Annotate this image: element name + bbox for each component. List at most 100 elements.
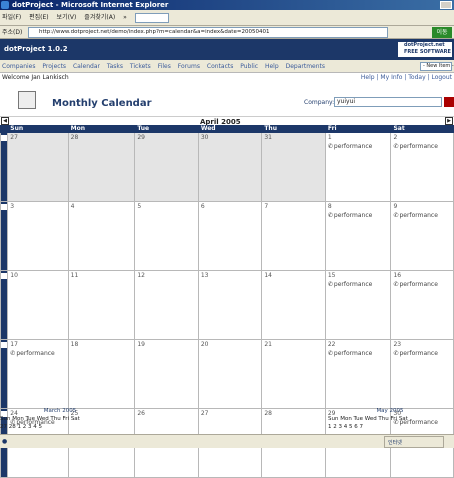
nav-companies[interactable]: Companies bbox=[2, 63, 35, 70]
event-performance[interactable]: performance bbox=[328, 212, 389, 219]
day-number[interactable]: 29 bbox=[137, 134, 145, 141]
menu-edit[interactable]: 편집(E) bbox=[29, 14, 49, 21]
mini-next-row[interactable]: 1 2 3 4 5 6 7 bbox=[328, 423, 452, 431]
day-number[interactable]: 14 bbox=[264, 272, 272, 279]
day-cell[interactable]: 10 bbox=[7, 270, 69, 340]
mini-calendar-prev[interactable]: March 2005 Sun Mon Tue Wed Thu Fri Sat 2… bbox=[0, 407, 120, 431]
event-performance[interactable]: performance bbox=[393, 143, 451, 150]
new-item-select[interactable]: - New Item - bbox=[420, 62, 454, 71]
nav-departments[interactable]: Departments bbox=[286, 63, 325, 70]
day-number[interactable]: 10 bbox=[10, 272, 18, 279]
day-cell[interactable]: 17 performance bbox=[7, 339, 69, 409]
day-cell[interactable]: 5 bbox=[134, 201, 199, 271]
menu-more[interactable]: » bbox=[123, 14, 127, 21]
week-view-button[interactable] bbox=[0, 339, 9, 409]
window-controls[interactable] bbox=[440, 1, 452, 9]
day-number[interactable]: 16 bbox=[393, 272, 401, 279]
event-performance[interactable]: performance bbox=[10, 350, 65, 357]
day-cell[interactable]: 7 bbox=[261, 201, 326, 271]
nav-files[interactable]: Files bbox=[158, 63, 171, 70]
event-performance[interactable]: performance bbox=[393, 350, 451, 357]
day-number[interactable]: 28 bbox=[71, 134, 79, 141]
day-number[interactable]: 15 bbox=[328, 272, 336, 279]
nav-help[interactable]: Help bbox=[265, 63, 279, 70]
day-number[interactable]: 6 bbox=[201, 203, 205, 210]
day-number[interactable]: 31 bbox=[264, 134, 272, 141]
next-month-button[interactable]: ▶ bbox=[445, 117, 453, 125]
event-performance[interactable]: performance bbox=[328, 143, 389, 150]
nav-forums[interactable]: Forums bbox=[178, 63, 200, 70]
address-input[interactable]: http://www.dotproject.net/demo/index.php… bbox=[28, 27, 388, 38]
day-cell[interactable]: 19 bbox=[134, 339, 199, 409]
event-performance[interactable]: performance bbox=[328, 350, 389, 357]
mini-next-title[interactable]: May 2005 bbox=[328, 407, 452, 415]
week-view-button[interactable] bbox=[0, 132, 9, 202]
day-cell[interactable]: 22 performance bbox=[324, 339, 392, 409]
day-number[interactable]: 30 bbox=[201, 134, 209, 141]
event-performance[interactable]: performance bbox=[393, 212, 451, 219]
nav-contacts[interactable]: Contacts bbox=[207, 63, 233, 70]
menu-favorites[interactable]: 즐겨찾기(A) bbox=[84, 14, 115, 21]
day-number[interactable]: 17 bbox=[10, 341, 18, 348]
menu-view[interactable]: 보기(V) bbox=[57, 14, 77, 21]
day-cell[interactable]: 12 bbox=[134, 270, 199, 340]
day-number[interactable]: 11 bbox=[71, 272, 79, 279]
day-cell[interactable]: 27 bbox=[7, 132, 69, 202]
day-cell[interactable]: 18 bbox=[67, 339, 136, 409]
day-number[interactable]: 13 bbox=[201, 272, 209, 279]
day-cell[interactable]: 11 bbox=[67, 270, 136, 340]
week-view-button[interactable] bbox=[0, 270, 9, 340]
day-cell[interactable]: 8 performance bbox=[324, 201, 392, 271]
day-cell[interactable]: 15 performance bbox=[324, 270, 392, 340]
company-select[interactable]: yuiyui bbox=[334, 97, 442, 107]
day-number[interactable]: 7 bbox=[264, 203, 268, 210]
go-button[interactable]: 이동 bbox=[432, 27, 452, 38]
day-number[interactable]: 3 bbox=[10, 203, 14, 210]
day-cell[interactable]: 23 performance bbox=[390, 339, 454, 409]
day-cell[interactable]: 28 bbox=[67, 132, 136, 202]
prev-month-button[interactable]: ◀ bbox=[1, 117, 9, 125]
day-cell[interactable]: 14 bbox=[261, 270, 326, 340]
event-performance[interactable]: performance bbox=[328, 281, 389, 288]
day-cell[interactable]: 3 bbox=[7, 201, 69, 271]
day-number[interactable]: 4 bbox=[71, 203, 75, 210]
nav-tasks[interactable]: Tasks bbox=[107, 63, 123, 70]
week-view-button[interactable] bbox=[0, 201, 9, 271]
day-cell[interactable]: 4 bbox=[67, 201, 136, 271]
day-number[interactable]: 19 bbox=[137, 341, 145, 348]
day-cell[interactable]: 16 performance bbox=[390, 270, 454, 340]
day-cell[interactable]: 13 bbox=[197, 270, 263, 340]
mini-prev-row[interactable]: 27 28 1 2 3 4 5 bbox=[0, 423, 120, 431]
day-cell[interactable]: 31 bbox=[261, 132, 326, 202]
user-links[interactable]: Help | My Info | Today | Logout bbox=[361, 73, 452, 83]
day-number[interactable]: 20 bbox=[201, 341, 209, 348]
close-icon[interactable] bbox=[444, 97, 454, 107]
toolbar-dropdown[interactable] bbox=[134, 12, 169, 23]
nav-tickets[interactable]: Tickets bbox=[130, 63, 151, 70]
day-number[interactable]: 21 bbox=[264, 341, 272, 348]
nav-public[interactable]: Public bbox=[240, 63, 258, 70]
day-number[interactable]: 12 bbox=[137, 272, 145, 279]
day-number[interactable]: 27 bbox=[10, 134, 18, 141]
day-cell[interactable]: 21 bbox=[261, 339, 326, 409]
event-performance[interactable]: performance bbox=[393, 281, 451, 288]
day-cell[interactable]: 30 bbox=[197, 132, 263, 202]
day-cell[interactable]: 2 performance bbox=[390, 132, 454, 202]
day-number[interactable]: 5 bbox=[137, 203, 141, 210]
day-number[interactable]: 1 bbox=[328, 134, 332, 141]
day-cell[interactable]: 1 performance bbox=[324, 132, 392, 202]
day-number[interactable]: 2 bbox=[393, 134, 397, 141]
day-number[interactable]: 18 bbox=[71, 341, 79, 348]
menu-file[interactable]: 파일(F) bbox=[2, 14, 21, 21]
nav-projects[interactable]: Projects bbox=[42, 63, 66, 70]
day-number[interactable]: 9 bbox=[393, 203, 397, 210]
day-cell[interactable]: 29 bbox=[134, 132, 199, 202]
mini-prev-title[interactable]: March 2005 bbox=[0, 407, 120, 415]
day-number[interactable]: 22 bbox=[328, 341, 336, 348]
mini-calendar-next[interactable]: May 2005 Sun Mon Tue Wed Thu Fri Sat 1 2… bbox=[328, 407, 452, 431]
day-number[interactable]: 23 bbox=[393, 341, 401, 348]
day-cell[interactable]: 9 performance bbox=[390, 201, 454, 271]
nav-calendar[interactable]: Calendar bbox=[73, 63, 100, 70]
day-cell[interactable]: 6 bbox=[197, 201, 263, 271]
day-number[interactable]: 8 bbox=[328, 203, 332, 210]
